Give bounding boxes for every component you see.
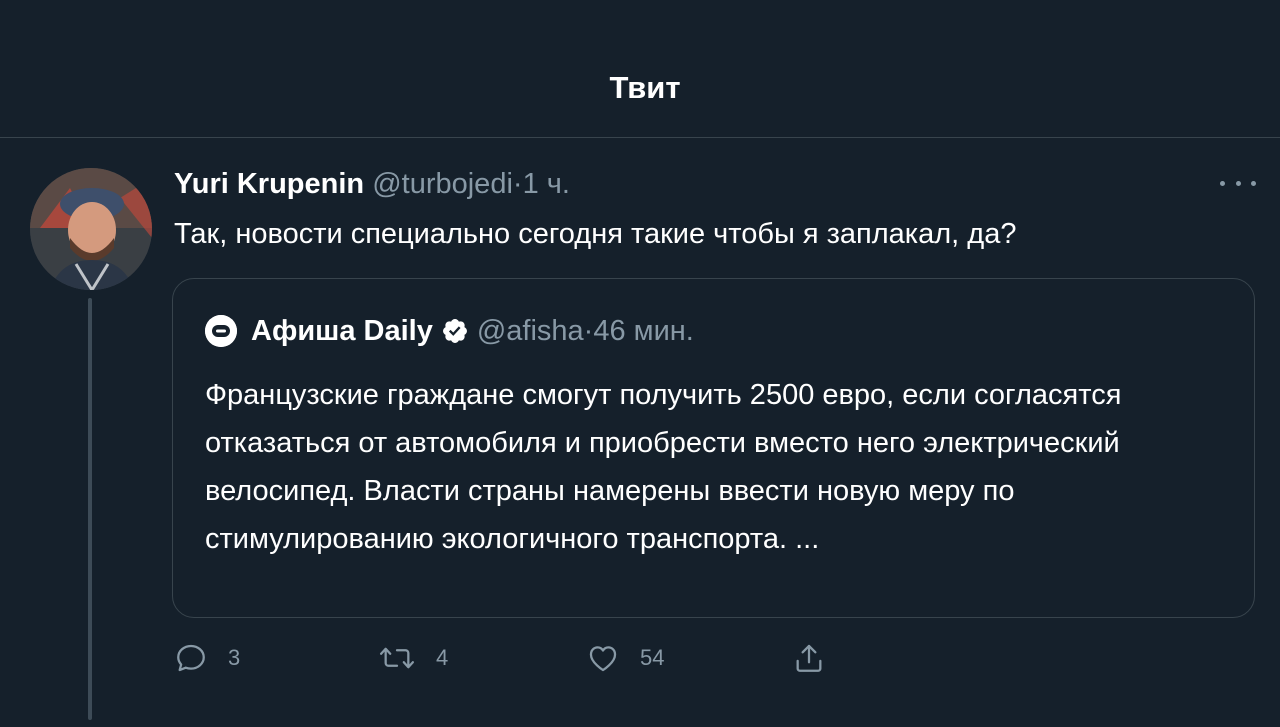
avatar[interactable] [30, 168, 152, 290]
author-name[interactable]: Yuri Krupenin [174, 168, 364, 200]
quoted-meta-separator: · [583, 314, 594, 347]
quoted-tweet-text: Французские граждане смогут получить 250… [205, 379, 1122, 555]
quoted-author-name[interactable]: Афиша Daily [251, 315, 433, 348]
reply-icon [177, 644, 205, 672]
verified-badge-icon [441, 317, 469, 345]
retweet-button[interactable]: 4 [378, 640, 448, 676]
page-title: Твит [609, 70, 681, 105]
reply-button[interactable]: 3 [174, 640, 240, 676]
tweet-text: Так, новости специально сегодня такие чт… [174, 218, 1017, 250]
meta-separator: · [512, 168, 523, 200]
tweet-time[interactable]: 1 ч. [523, 168, 570, 200]
author-handle[interactable]: @turbojedi [372, 168, 513, 200]
more-icon[interactable] [1220, 170, 1256, 196]
quoted-author-handle[interactable]: @afisha [477, 315, 584, 348]
user-avatar-photo [30, 168, 152, 290]
tweet-author-row: Yuri Krupenin @turbojedi·1 ч. [174, 166, 570, 202]
share-icon [796, 644, 822, 672]
afisha-logo-icon [205, 315, 237, 347]
quoted-tweet[interactable]: Афиша Daily @afisha · 46 мин. Французские … [172, 278, 1255, 618]
share-button[interactable] [792, 640, 846, 676]
reply-count: 3 [228, 645, 241, 670]
quoted-tweet-header: Афиша Daily @afisha · 46 мин. [205, 311, 694, 351]
like-count: 54 [640, 645, 665, 670]
quoted-tweet-time[interactable]: 46 мин. [593, 315, 694, 348]
retweet-icon [380, 647, 414, 669]
tweet-actions: 3 4 54 [174, 640, 874, 680]
page-header: Твит [0, 0, 1280, 138]
thread-line [88, 298, 92, 720]
retweet-count: 4 [436, 645, 449, 670]
like-button[interactable]: 54 [586, 640, 664, 676]
heart-icon [589, 646, 617, 672]
